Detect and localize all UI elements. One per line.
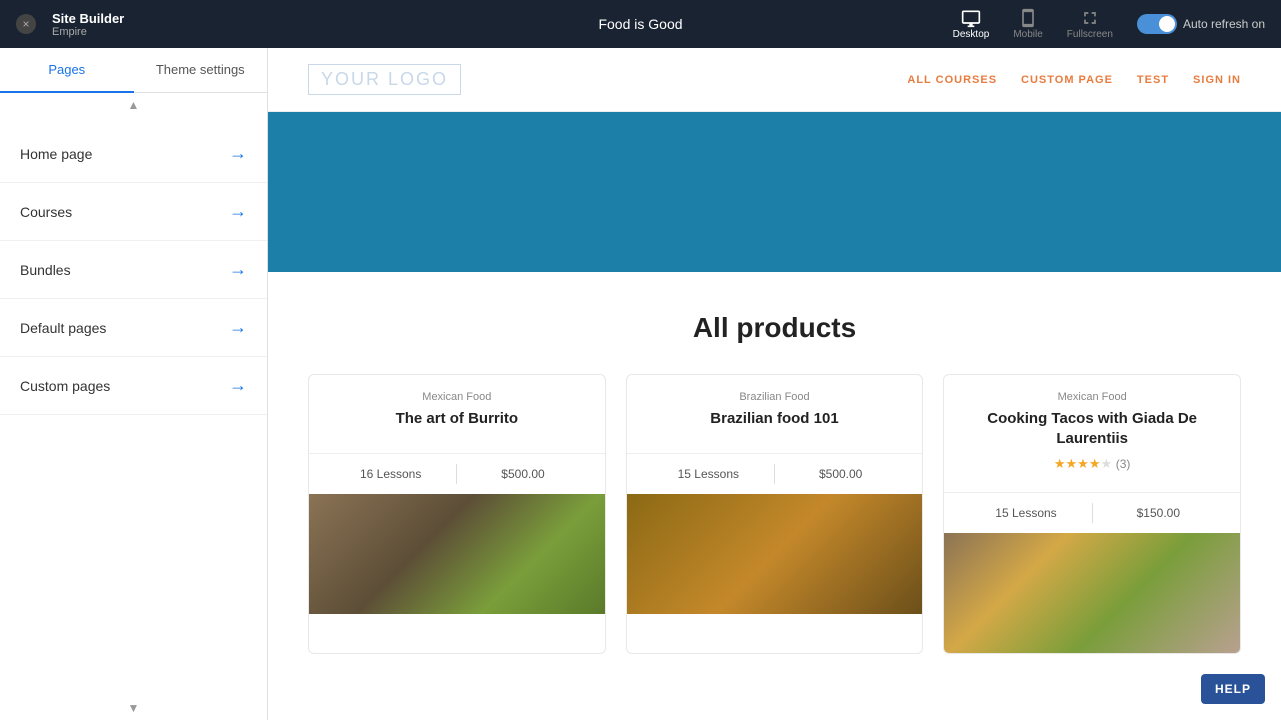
products-grid: Mexican Food The art of Burrito 16 Lesso… [308,374,1241,654]
app-info: Site Builder Empire [52,11,124,38]
nav-test[interactable]: TEST [1137,74,1169,86]
sidebar-item-bundles-label: Bundles [20,262,71,278]
preview-pane: YOUR LOGO ALL COURSES CUSTOM PAGE TEST S… [268,48,1281,720]
content-area: YOUR LOGO ALL COURSES CUSTOM PAGE TEST S… [268,48,1281,720]
help-button[interactable]: HELP [1201,674,1265,704]
product-stars: ★★★★★ (3) [960,456,1224,472]
sidebar-item-courses[interactable]: Courses → [0,183,267,241]
product-image-brazilian [627,494,923,614]
product-card-body: Mexican Food The art of Burrito [309,375,605,453]
close-button[interactable]: × [16,14,36,34]
product-image-tacos [944,533,1240,653]
arrow-icon-courses: → [229,201,247,222]
product-stars-count: (3) [1116,457,1131,471]
product-name: Cooking Tacos with Giada De Laurentiis [960,409,1224,448]
tab-pages[interactable]: Pages [0,48,134,93]
product-lessons: 15 Lessons [643,467,774,481]
product-meta: 15 Lessons $150.00 [944,492,1240,533]
page-title: Food is Good [598,16,682,32]
auto-refresh-label: Auto refresh on [1183,17,1265,31]
toggle-switch[interactable] [1137,14,1177,34]
products-section: All products Mexican Food The art of Bur… [268,272,1281,674]
sidebar-item-default-pages[interactable]: Default pages → [0,299,267,357]
desktop-label: Desktop [953,29,990,40]
product-card-tacos[interactable]: Mexican Food Cooking Tacos with Giada De… [943,374,1241,654]
star-2: ★ [1066,456,1078,471]
sidebar-item-home-label: Home page [20,146,92,162]
product-meta: 15 Lessons $500.00 [627,453,923,494]
arrow-icon-custom: → [229,375,247,396]
product-price: $500.00 [457,467,588,481]
fullscreen-label: Fullscreen [1067,29,1113,40]
product-lessons: 16 Lessons [325,467,456,481]
arrow-icon-home: → [229,143,247,164]
sidebar-item-courses-label: Courses [20,204,72,220]
sidebar-item-bundles[interactable]: Bundles → [0,241,267,299]
product-card-brazilian[interactable]: Brazilian Food Brazilian food 101 15 Les… [626,374,924,654]
star-4: ★ [1089,456,1101,471]
star-5: ★ [1100,456,1112,471]
product-lessons: 15 Lessons [960,506,1091,520]
app-sub: Empire [52,26,124,38]
sidebar-item-custom-label: Custom pages [20,378,110,394]
mobile-label: Mobile [1013,29,1042,40]
hero-banner [268,112,1281,272]
preview-header: YOUR LOGO ALL COURSES CUSTOM PAGE TEST S… [268,48,1281,112]
tab-theme[interactable]: Theme settings [134,48,268,93]
sidebar-item-home[interactable]: Home page → [0,125,267,183]
product-category: Mexican Food [960,391,1224,403]
nav-custom-page[interactable]: CUSTOM PAGE [1021,74,1113,86]
product-card-body: Brazilian Food Brazilian food 101 [627,375,923,453]
products-title: All products [308,312,1241,344]
product-image-burrito [309,494,605,614]
site-logo: YOUR LOGO [308,64,461,95]
app-name: Site Builder [52,11,124,26]
product-category: Mexican Food [325,391,589,403]
product-name: The art of Burrito [325,409,589,429]
nav-all-courses[interactable]: ALL COURSES [907,74,997,86]
arrow-icon-bundles: → [229,259,247,280]
sidebar-item-default-label: Default pages [20,320,106,336]
scroll-up-indicator: ▲ [0,93,267,117]
fullscreen-button[interactable]: Fullscreen [1067,8,1113,40]
topbar-right: Desktop Mobile Fullscreen Auto refresh o… [953,8,1265,40]
product-name: Brazilian food 101 [643,409,907,429]
auto-refresh-toggle[interactable]: Auto refresh on [1137,14,1265,34]
sidebar-nav: Home page → Courses → Bundles → Default … [0,117,267,696]
sidebar-item-custom-pages[interactable]: Custom pages → [0,357,267,415]
product-meta: 16 Lessons $500.00 [309,453,605,494]
product-price: $500.00 [775,467,906,481]
desktop-view-button[interactable]: Desktop [953,8,990,40]
product-category: Brazilian Food [643,391,907,403]
sidebar-tabs: Pages Theme settings [0,48,267,93]
topbar: × Site Builder Empire Food is Good Deskt… [0,0,1281,48]
star-3: ★ [1077,456,1089,471]
product-card-burrito[interactable]: Mexican Food The art of Burrito 16 Lesso… [308,374,606,654]
preview-nav: ALL COURSES CUSTOM PAGE TEST SIGN IN [907,74,1241,86]
sidebar: Pages Theme settings ▲ Home page → Cours… [0,48,268,720]
nav-sign-in[interactable]: SIGN IN [1193,74,1241,86]
star-1: ★ [1054,456,1066,471]
mobile-view-button[interactable]: Mobile [1013,8,1042,40]
product-price: $150.00 [1093,506,1224,520]
arrow-icon-default: → [229,317,247,338]
scroll-down-indicator: ▼ [0,696,267,720]
main-layout: Pages Theme settings ▲ Home page → Cours… [0,48,1281,720]
product-card-body: Mexican Food Cooking Tacos with Giada De… [944,375,1240,492]
